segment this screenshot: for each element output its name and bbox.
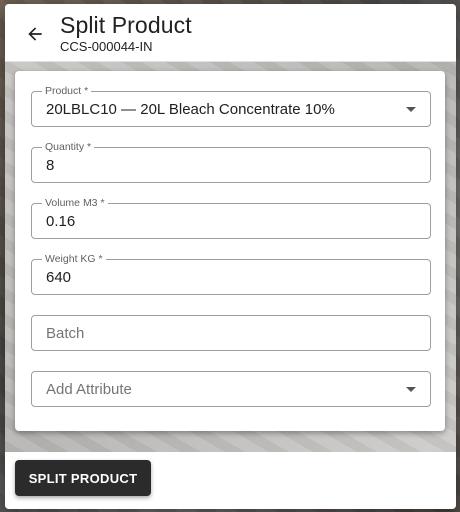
document-number: CCS-000044-IN	[60, 39, 153, 54]
form-card: Product * 20LBLC10 — 20L Bleach Concentr…	[15, 71, 445, 431]
quantity-label: Quantity *	[42, 141, 95, 153]
weight-field[interactable]: Weight KG * 640	[31, 253, 431, 295]
page-title: Split Product	[60, 12, 192, 38]
split-product-button[interactable]: SPLIT PRODUCT	[15, 460, 151, 496]
batch-placeholder[interactable]: Batch	[46, 325, 84, 342]
arrow-left-icon	[28, 27, 42, 41]
product-label: Product *	[42, 85, 92, 97]
batch-field[interactable]: Batch	[31, 315, 431, 351]
add-attribute-placeholder[interactable]: Add Attribute	[46, 381, 132, 398]
back-button[interactable]	[21, 20, 49, 48]
weight-label: Weight KG *	[42, 253, 106, 265]
chevron-down-icon[interactable]	[406, 387, 416, 392]
product-value: 20LBLC10 — 20L Bleach Concentrate 10%	[46, 101, 335, 118]
quantity-value[interactable]: 8	[46, 157, 54, 174]
volume-label: Volume M3 *	[42, 197, 108, 209]
volume-field[interactable]: Volume M3 * 0.16	[31, 197, 431, 239]
dialog-header: Split Product CCS-000044-IN	[5, 4, 456, 62]
dialog-body: Product * 20LBLC10 — 20L Bleach Concentr…	[5, 62, 456, 452]
quantity-field[interactable]: Quantity * 8	[31, 141, 431, 183]
split-product-dialog: Split Product CCS-000044-IN Product * 20…	[5, 4, 456, 509]
add-attribute-select[interactable]: Add Attribute	[31, 371, 431, 407]
volume-value[interactable]: 0.16	[46, 213, 75, 230]
chevron-down-icon[interactable]	[406, 107, 416, 112]
dialog-footer: SPLIT PRODUCT	[5, 452, 456, 509]
product-select[interactable]: Product * 20LBLC10 — 20L Bleach Concentr…	[31, 85, 431, 127]
weight-value[interactable]: 640	[46, 269, 71, 286]
